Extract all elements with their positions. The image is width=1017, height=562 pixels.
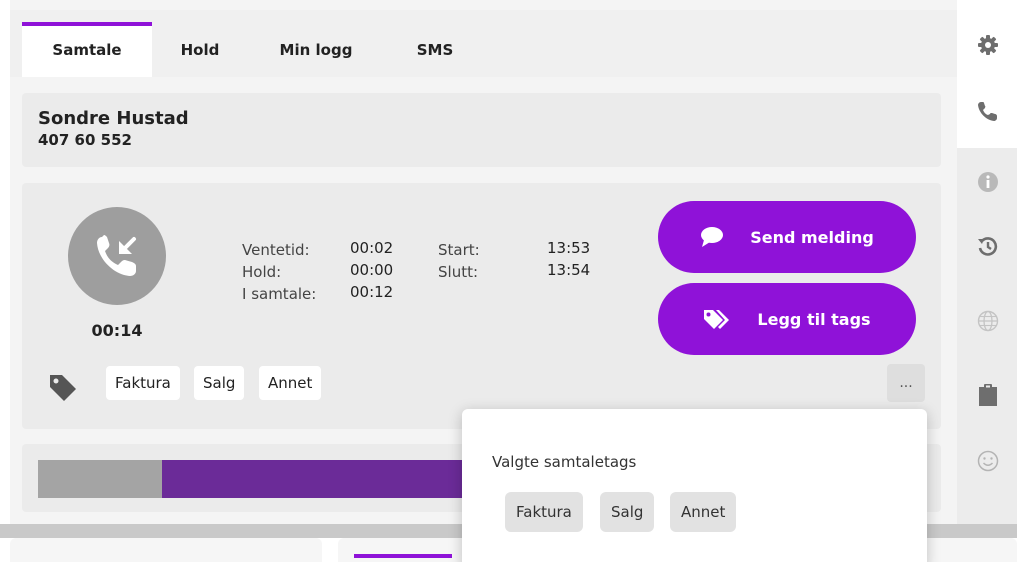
stat-value-ventetid: 00:02 — [350, 239, 394, 257]
send-message-label: Send melding — [750, 227, 874, 247]
tab-samtale[interactable]: Samtale — [22, 22, 152, 77]
bottom-left-panel — [10, 538, 322, 562]
contact-name: Sondre Hustad — [38, 108, 189, 129]
add-tags-label: Legg til tags — [757, 309, 871, 329]
selected-tags-popover: Valgte samtaletags Faktura Salg Annet — [462, 409, 927, 562]
tag-chip-annet: Annet — [259, 366, 322, 400]
tag-chip-faktura: Faktura — [106, 366, 180, 400]
right-sidebar — [957, 0, 1017, 524]
stat-label-i-samtale: I samtale: — [242, 285, 317, 303]
stat-value-hold: 00:00 — [350, 261, 394, 279]
incoming-call-icon — [68, 207, 166, 305]
stat-label-ventetid: Ventetid: — [242, 241, 310, 259]
bottom-tab-indicator — [354, 554, 452, 558]
stat-label-start: Start: — [438, 241, 480, 259]
history-icon[interactable] — [977, 236, 999, 258]
stat-label-slutt: Slutt: — [438, 263, 479, 281]
send-message-button[interactable]: Send melding — [658, 201, 916, 273]
more-options-button[interactable]: ... — [887, 364, 925, 402]
globe-icon[interactable] — [977, 310, 999, 332]
popover-tag-annet[interactable]: Annet — [670, 492, 737, 532]
tab-min-logg[interactable]: Min logg — [248, 22, 384, 77]
stat-value-i-samtale: 00:12 — [350, 283, 394, 301]
tab-sms[interactable]: SMS — [384, 22, 486, 77]
tab-bar: Samtale Hold Min logg SMS — [10, 10, 957, 77]
popover-tag-salg[interactable]: Salg — [600, 492, 655, 532]
call-panel: 00:14 Ventetid: 00:02 Hold: 00:00 I samt… — [22, 183, 941, 429]
gear-icon[interactable] — [977, 34, 999, 56]
clipboard-icon[interactable] — [977, 384, 999, 406]
contact-card: Sondre Hustad 407 60 552 — [22, 93, 941, 167]
smiley-icon[interactable] — [977, 450, 999, 472]
tag-chip-salg: Salg — [194, 366, 245, 400]
add-tags-button[interactable]: Legg til tags — [658, 283, 916, 355]
call-progress-fill — [38, 460, 163, 498]
stat-value-start: 13:53 — [547, 239, 591, 257]
call-duration: 00:14 — [91, 321, 143, 340]
tab-hold[interactable]: Hold — [152, 22, 248, 77]
contact-number: 407 60 552 — [38, 131, 132, 149]
phone-icon[interactable] — [977, 100, 999, 122]
info-icon[interactable] — [977, 171, 999, 193]
tag-icon — [48, 373, 78, 407]
popover-tag-faktura[interactable]: Faktura — [505, 492, 583, 532]
stat-value-slutt: 13:54 — [547, 261, 591, 279]
tags-icon — [703, 308, 731, 330]
chat-bubble-icon — [700, 226, 724, 248]
stat-label-hold: Hold: — [242, 263, 282, 281]
popover-title: Valgte samtaletags — [492, 453, 637, 471]
